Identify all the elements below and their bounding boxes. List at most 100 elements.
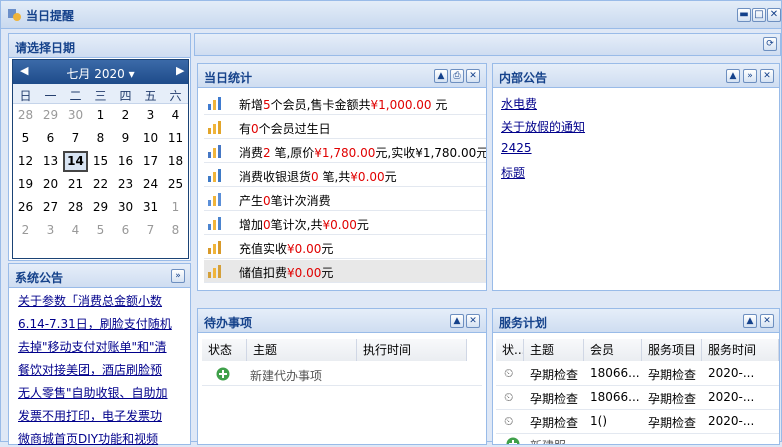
calendar-day[interactable]: 1 (88, 105, 113, 126)
col-status[interactable]: 状... (496, 339, 524, 361)
close-panel-button[interactable]: ✕ (760, 69, 774, 83)
internal-notice-link[interactable]: 2425 (501, 141, 532, 155)
minimize-button[interactable]: ▬ (737, 8, 751, 22)
calendar-day[interactable]: 17 (138, 151, 163, 172)
calendar-day[interactable]: 3 (38, 220, 63, 241)
col-service-item[interactable]: 服务项目 (642, 339, 702, 361)
calendar-day[interactable]: 7 (138, 220, 163, 241)
internal-notice-link[interactable]: 水电费 (501, 95, 537, 112)
calendar-day[interactable]: 29 (38, 105, 63, 126)
close-button[interactable]: ✕ (767, 8, 781, 22)
maximize-button[interactable]: □ (752, 8, 766, 22)
col-member[interactable]: 会员 (584, 339, 642, 361)
calendar-day[interactable]: 30 (63, 105, 88, 126)
stat-amount: ¥0.00 (287, 266, 322, 280)
new-todo-row[interactable]: 新建代办事项 (202, 362, 482, 386)
month-label[interactable]: 七月 2020 ▾ (13, 65, 188, 82)
calendar: ◀ 七月 2020 ▾ ▶ 日一二三四五六 28 29 30 1 2 3 4 5 6 7 8 9 10 1… (12, 59, 189, 311)
next-month-icon[interactable]: ▶ (176, 64, 184, 77)
calendar-day[interactable]: 23 (113, 174, 138, 195)
notice-link[interactable]: 无人零售"自助收银、自助加 (18, 384, 186, 401)
collapse-button[interactable]: ▲ (726, 69, 740, 83)
calendar-day[interactable]: 29 (88, 197, 113, 218)
weekday-row: 日一二三四五六 (13, 84, 188, 104)
collapse-button[interactable]: ▲ (434, 69, 448, 83)
calendar-day[interactable]: 5 (13, 128, 38, 149)
calendar-day[interactable]: 4 (63, 220, 88, 241)
todo-header: 待办事项 ▲ ✕ (198, 309, 486, 333)
expand-button[interactable]: » (171, 269, 185, 283)
new-service-row[interactable]: 新建服 (496, 435, 779, 444)
service-row[interactable]: ⏲ 孕期检查 1() 孕期检查 2020-... (496, 410, 779, 434)
calendar-day[interactable]: 6 (38, 128, 63, 149)
calendar-day[interactable]: 8 (88, 128, 113, 149)
calendar-day[interactable]: 28 (13, 105, 38, 126)
calendar-day[interactable]: 1 (163, 197, 188, 218)
print-button[interactable]: ⎙ (450, 69, 464, 83)
service-row[interactable]: ⏲ 孕期检查 18066... 孕期检查 2020-... (496, 386, 779, 410)
calendar-day[interactable]: 28 (63, 197, 88, 218)
calendar-day[interactable]: 7 (63, 128, 88, 149)
stat-count: 2 (263, 146, 271, 160)
close-panel-button[interactable]: ✕ (466, 69, 480, 83)
calendar-day[interactable]: 6 (113, 220, 138, 241)
add-icon (216, 367, 230, 381)
double-chevron-right-icon: » (175, 271, 181, 281)
calendar-day[interactable]: 19 (13, 174, 38, 195)
notice-link[interactable]: 发票不用打印，电子发票功 (18, 407, 186, 424)
calendar-day[interactable]: 21 (63, 174, 88, 195)
service-member: 1() (590, 414, 607, 428)
calendar-day[interactable]: 2 (13, 220, 38, 241)
col-subject[interactable]: 主题 (524, 339, 584, 361)
service-item: 孕期检查 (648, 416, 697, 430)
refresh-button[interactable]: ⟳ (763, 37, 777, 51)
calendar-day[interactable]: 10 (138, 128, 163, 149)
calendar-day[interactable]: 22 (88, 174, 113, 195)
stat-count: 0 (263, 194, 271, 208)
calendar-day[interactable]: 2 (113, 105, 138, 126)
col-service-time[interactable]: 服务时间 (702, 339, 779, 361)
calendar-day[interactable]: 15 (88, 151, 113, 172)
date-panel-header: 请选择日期 (9, 34, 190, 58)
weekday-label: 三 (94, 89, 107, 103)
calendar-day[interactable]: 25 (163, 174, 188, 195)
stat-suffix: 元 (431, 98, 448, 112)
calendar-day[interactable]: 5 (88, 220, 113, 241)
calendar-day[interactable]: 8 (163, 220, 188, 241)
close-panel-button[interactable]: ✕ (466, 314, 480, 328)
calendar-day[interactable]: 24 (138, 174, 163, 195)
notice-link[interactable]: 餐饮对接美团，酒店刷脸预 (18, 361, 186, 378)
calendar-day[interactable]: 26 (13, 197, 38, 218)
collapse-button[interactable]: ▲ (450, 314, 464, 328)
calendar-day[interactable]: 16 (113, 151, 138, 172)
calendar-day[interactable]: 14 (63, 151, 88, 172)
col-exec-time[interactable]: 执行时间 (357, 339, 467, 361)
stat-prefix: 消费 (239, 146, 264, 160)
calendar-day[interactable]: 9 (113, 128, 138, 149)
expand-button[interactable]: » (743, 69, 757, 83)
calendar-day[interactable]: 30 (113, 197, 138, 218)
notice-link[interactable]: 关于参数「消费总金额小数 (18, 292, 186, 309)
calendar-day[interactable]: 13 (38, 151, 63, 172)
col-subject[interactable]: 主题 (247, 339, 357, 361)
add-icon (506, 437, 520, 444)
calendar-day[interactable]: 12 (13, 151, 38, 172)
close-icon: ✕ (763, 316, 771, 326)
collapse-button[interactable]: ▲ (743, 314, 757, 328)
notice-link[interactable]: 微商城首页DIY功能和视频 (18, 430, 186, 447)
calendar-day[interactable]: 20 (38, 174, 63, 195)
calendar-day[interactable]: 18 (163, 151, 188, 172)
calendar-day[interactable]: 4 (163, 105, 188, 126)
internal-notice-link[interactable]: 标题 (501, 164, 525, 181)
notice-link[interactable]: 6.14-7.31日，刷脸支付随机 (18, 315, 186, 332)
calendar-day[interactable]: 3 (138, 105, 163, 126)
service-row[interactable]: ⏲ 孕期检查 18066... 孕期检查 2020-... (496, 362, 779, 386)
col-status[interactable]: 状态 (202, 339, 247, 361)
stat-text: 充值实收¥0.00元 (239, 240, 486, 257)
calendar-day[interactable]: 11 (163, 128, 188, 149)
calendar-day[interactable]: 27 (38, 197, 63, 218)
notice-link[interactable]: 去掉"移动支付对账单"和"清 (18, 338, 186, 355)
close-panel-button[interactable]: ✕ (760, 314, 774, 328)
internal-notice-link[interactable]: 关于放假的通知 (501, 118, 585, 135)
calendar-day[interactable]: 31 (138, 197, 163, 218)
